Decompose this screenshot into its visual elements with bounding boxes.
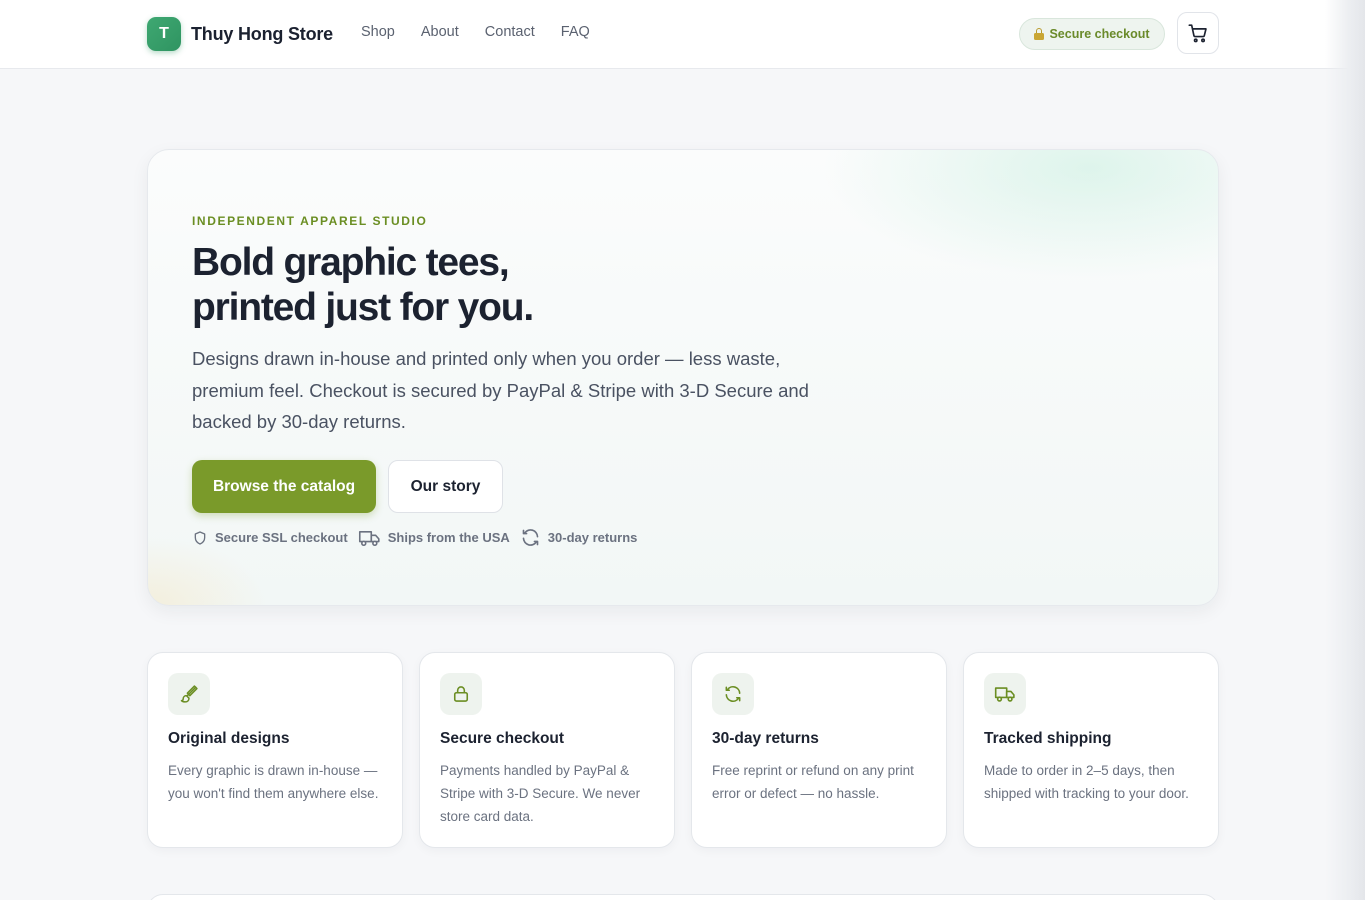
- feature-text: Payments handled by PayPal & Stripe with…: [440, 763, 641, 824]
- feature-icon-wrap: [440, 673, 482, 715]
- trust-item-ssl: Secure SSL checkout: [192, 530, 348, 546]
- feature-text: Free reprint or refund on any print erro…: [712, 763, 914, 801]
- feature-card-original-designs: Original designs Every graphic is drawn …: [147, 652, 403, 848]
- feature-card-secure-checkout: Secure checkout Payments handled by PayP…: [419, 652, 675, 848]
- next-section-card: [147, 894, 1219, 900]
- nav-faq[interactable]: FAQ: [561, 24, 590, 40]
- trust-label-ssl: Secure SSL checkout: [215, 530, 348, 545]
- nav-about[interactable]: About: [421, 24, 459, 40]
- lock-icon: [453, 686, 469, 702]
- feature-card-shipping: Tracked shipping Made to order in 2–5 da…: [963, 652, 1219, 848]
- hero-description: Designs drawn in-house and printed only …: [192, 348, 809, 432]
- logo[interactable]: T: [147, 17, 181, 51]
- hero-card: INDEPENDENT APPAREL STUDIO Bold graphic …: [147, 149, 1219, 606]
- feature-icon-wrap: [984, 673, 1026, 715]
- brush-icon: [180, 685, 198, 703]
- hero-eyebrow: INDEPENDENT APPAREL STUDIO: [192, 214, 428, 228]
- site-header: T Thuy Hong Store Shop About Contact FAQ…: [0, 0, 1365, 69]
- brand[interactable]: T Thuy Hong Store: [147, 17, 333, 51]
- brand-name[interactable]: Thuy Hong Store: [191, 24, 333, 45]
- trust-label-shipping: Ships from the USA: [387, 530, 510, 545]
- feature-icon-wrap: [712, 673, 754, 715]
- feature-icon-wrap: [168, 673, 210, 715]
- feature-title: Original designs: [168, 730, 290, 747]
- truck-icon: [358, 530, 380, 546]
- our-story-button[interactable]: Our story: [388, 460, 503, 513]
- trust-item-shipping: Ships from the USA: [358, 528, 510, 548]
- main-nav: Shop About Contact FAQ: [361, 24, 616, 40]
- shield-icon: [194, 530, 206, 545]
- trust-label-returns: 30-day returns: [547, 530, 638, 545]
- refresh-icon: [522, 529, 539, 546]
- feature-text: Made to order in 2–5 days, then shipped …: [984, 763, 1189, 801]
- cart-button[interactable]: [1177, 12, 1219, 54]
- cart-icon: [1188, 24, 1207, 43]
- truck-icon: [994, 687, 1015, 702]
- refresh-icon: [725, 686, 741, 702]
- feature-title: Tracked shipping: [984, 730, 1112, 747]
- nav-shop[interactable]: Shop: [361, 24, 395, 40]
- hero-title: Bold graphic tees, printed just for you.: [192, 240, 792, 330]
- secure-checkout-badge: Secure checkout: [1019, 18, 1165, 50]
- trust-item-returns: 30-day returns: [520, 527, 638, 548]
- trust-row: Secure SSL checkout Ships from the USA 3…: [192, 527, 647, 548]
- lock-icon: [1034, 28, 1045, 40]
- edge-fade: [1325, 0, 1365, 900]
- nav-contact[interactable]: Contact: [485, 24, 535, 40]
- hero-title-line-2: printed just for you.: [192, 286, 534, 329]
- feature-text: Every graphic is drawn in-house — you wo…: [168, 763, 379, 801]
- feature-card-returns: 30-day returns Free reprint or refund on…: [691, 652, 947, 848]
- browse-catalog-button[interactable]: Browse the catalog: [192, 460, 376, 513]
- feature-title: Secure checkout: [440, 730, 565, 747]
- hero-title-line-1: Bold graphic tees,: [192, 241, 510, 284]
- feature-title: 30-day returns: [712, 730, 819, 747]
- secure-checkout-label: Secure checkout: [1049, 27, 1150, 41]
